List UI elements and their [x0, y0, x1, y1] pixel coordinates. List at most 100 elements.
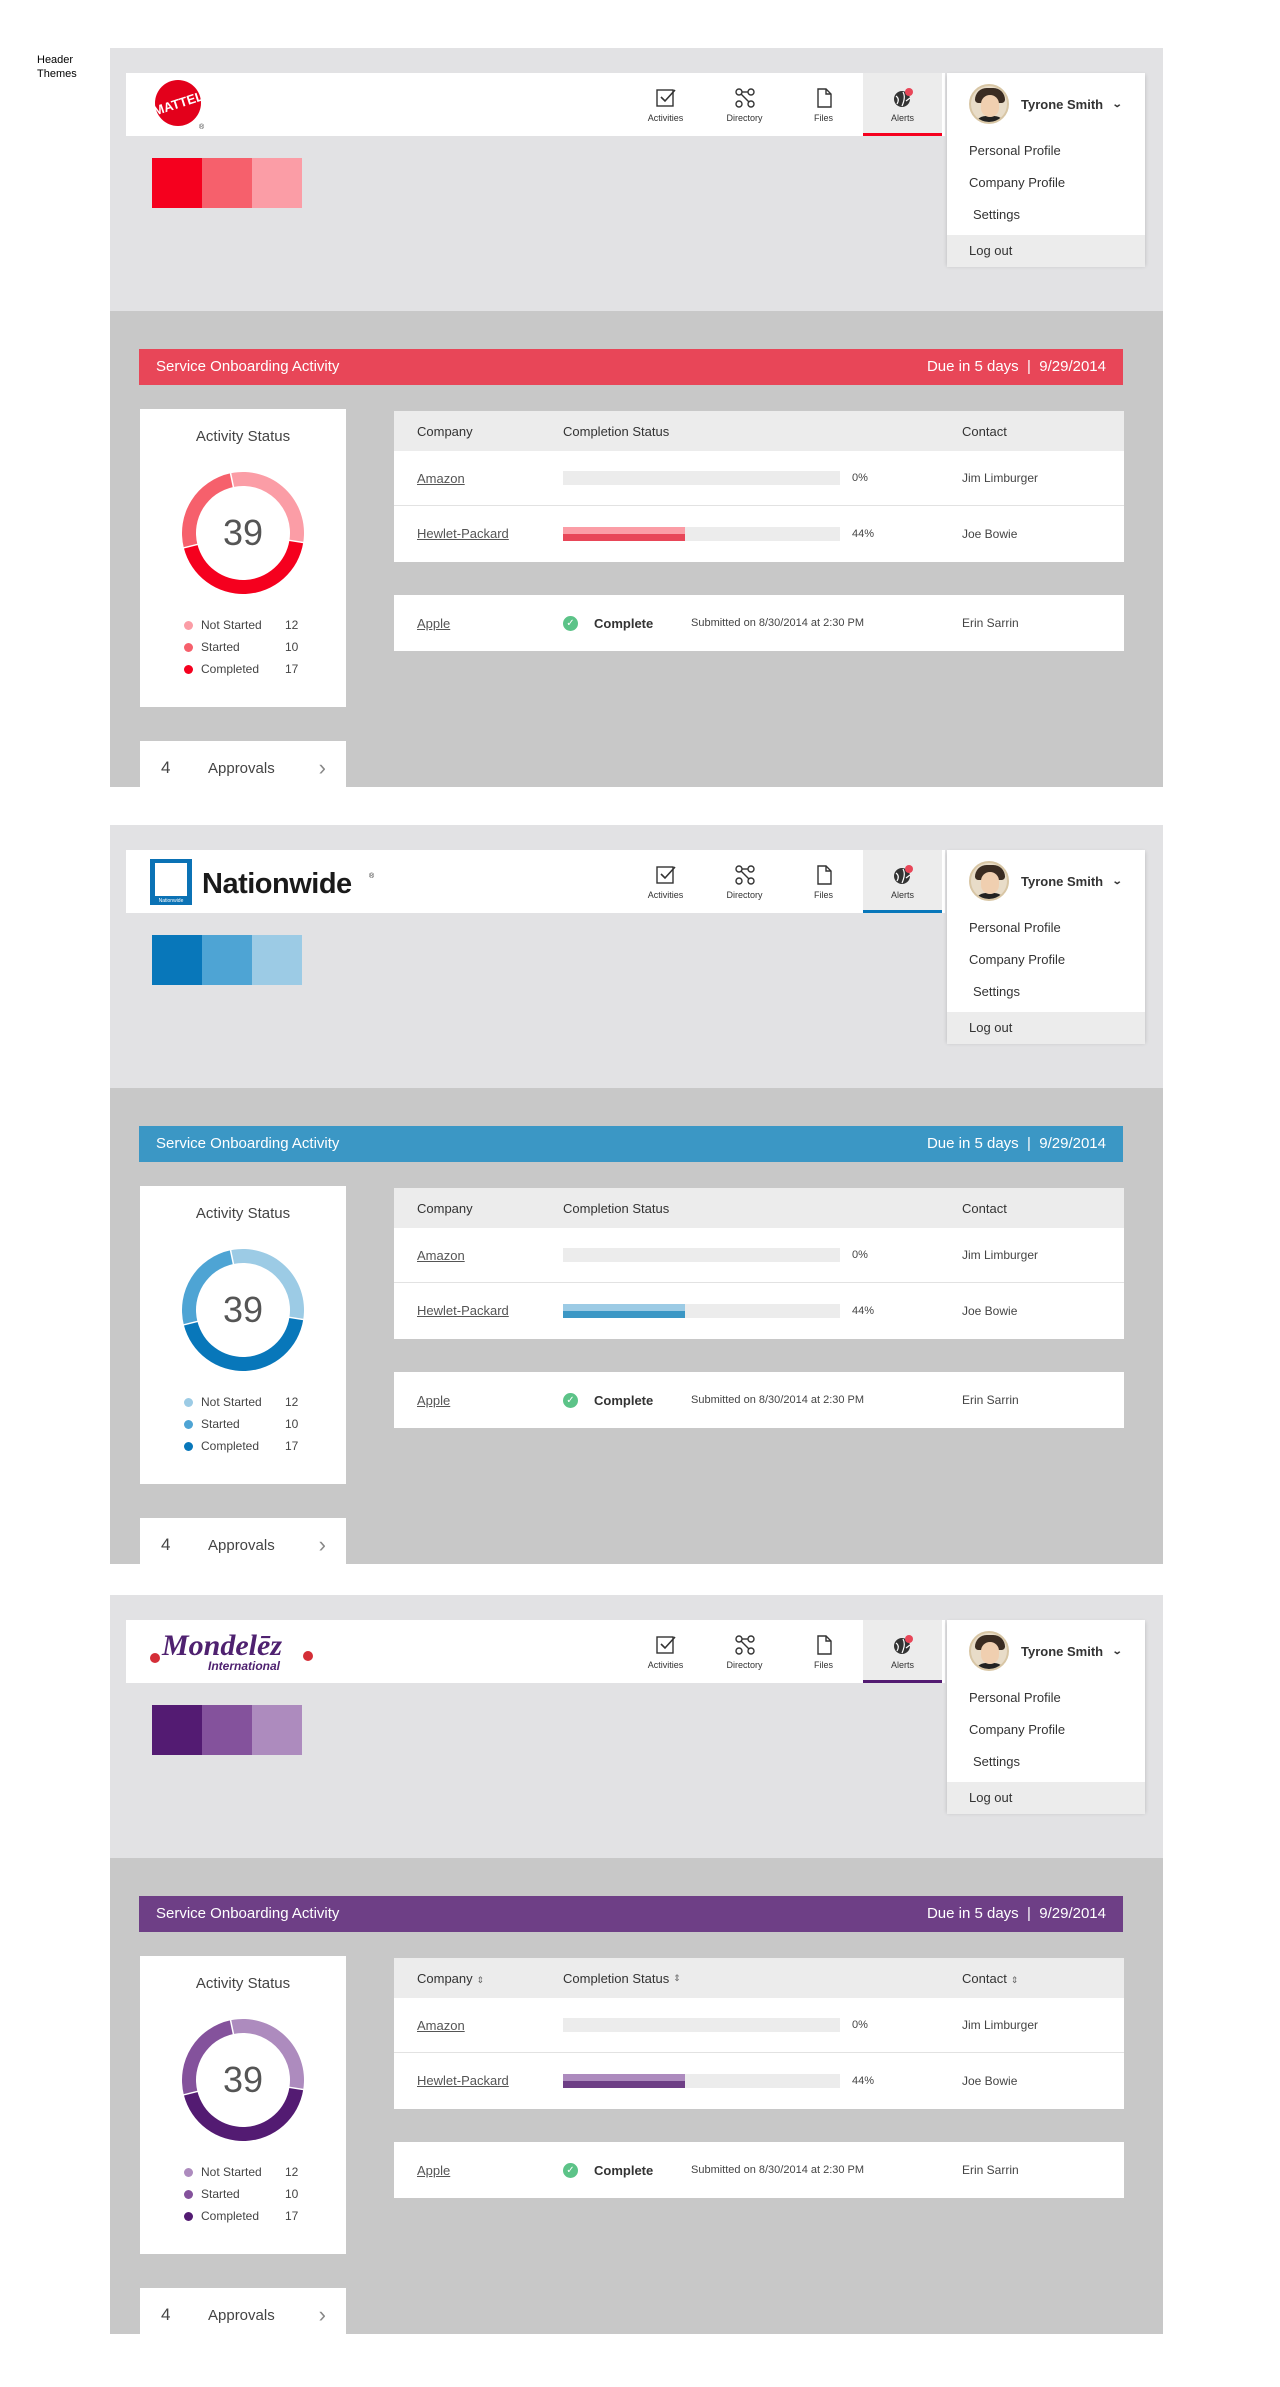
header-completion-status[interactable]: Completion Status	[563, 424, 962, 439]
legend-started: Started 10	[184, 1413, 298, 1435]
banner-due: Due in 5 days | 9/29/2014	[926, 1905, 1106, 1922]
menu-settings[interactable]: Settings	[947, 976, 1145, 1008]
header-contact[interactable]: Contact ⇕	[962, 1971, 1124, 1986]
nav-files[interactable]: Files	[784, 73, 863, 136]
submitted-date: Submitted on 8/30/2014 at 2:30 PM	[691, 617, 865, 629]
nav-directory[interactable]: Directory	[705, 73, 784, 136]
svg-text:International: International	[208, 1659, 281, 1673]
menu-company-profile[interactable]: Company Profile	[947, 167, 1145, 199]
company-link[interactable]: Amazon	[417, 471, 465, 486]
company-link[interactable]: Apple	[417, 1393, 450, 1408]
check-circle-icon: ✓	[563, 615, 578, 631]
nav-activities[interactable]: Activities	[626, 1620, 705, 1683]
legend-dot	[184, 2167, 193, 2177]
company-link[interactable]: Apple	[417, 2163, 450, 2178]
status-total: 39	[222, 2059, 264, 2100]
menu-personal-profile[interactable]: Personal Profile	[947, 1682, 1145, 1714]
progress-percent: 44%	[852, 1304, 875, 1317]
progress-bar	[563, 471, 840, 485]
header-completion-status[interactable]: Completion Status ⇕	[563, 1971, 962, 1986]
approvals-label: Approvals	[208, 1536, 275, 1554]
menu-logout[interactable]: Log out	[947, 1012, 1145, 1044]
swatch-primary	[152, 1705, 202, 1755]
company-link[interactable]: Hewlet-Packard	[417, 526, 509, 541]
alerts-globe-icon	[893, 864, 913, 884]
user-menu-toggle[interactable]: Tyrone Smith ⌄	[947, 1620, 1145, 1682]
brand-logo[interactable]: Nationwide Nationwide ®	[150, 856, 380, 907]
menu-personal-profile[interactable]: Personal Profile	[947, 912, 1145, 944]
legend-not-started: Not Started 12	[184, 2161, 298, 2183]
banner-due: Due in 5 days | 9/29/2014	[926, 1135, 1106, 1152]
approvals-button[interactable]: 4 Approvals ›	[140, 741, 346, 795]
table-row: Hewlet-Packard 44% Joe Bowie	[394, 1283, 1124, 1338]
nav-alerts[interactable]: Alerts	[863, 73, 942, 136]
legend-not-started: Not Started 12	[184, 1391, 298, 1413]
header-completion-status[interactable]: Completion Status	[563, 1201, 962, 1216]
nav-label: Files	[813, 1659, 833, 1670]
activity-status-card: Activity Status 39 Not Started 12 Started…	[140, 1186, 346, 1484]
submitted-date: Submitted on 8/30/2014 at 2:30 PM	[691, 2164, 865, 2176]
user-dropdown: Tyrone Smith ⌄ Personal Profile Company …	[947, 850, 1145, 1044]
company-link[interactable]: Amazon	[417, 1248, 465, 1263]
user-menu-toggle[interactable]: Tyrone Smith ⌄	[947, 850, 1145, 912]
progress-bar	[563, 2018, 840, 2032]
nav-files[interactable]: Files	[784, 850, 863, 913]
brand-logo[interactable]: MATTEL ®	[150, 79, 210, 130]
menu-settings[interactable]: Settings	[947, 199, 1145, 231]
brand-logo[interactable]: Mondelēz International	[150, 1626, 320, 1677]
header-company[interactable]: Company	[394, 1201, 563, 1216]
menu-settings[interactable]: Settings	[947, 1746, 1145, 1778]
header-contact[interactable]: Contact	[962, 424, 1124, 439]
menu-company-profile[interactable]: Company Profile	[947, 1714, 1145, 1746]
approvals-button[interactable]: 4 Approvals ›	[140, 1518, 346, 1572]
nationwide-logo: Nationwide Nationwide ®	[150, 859, 375, 905]
menu-personal-profile[interactable]: Personal Profile	[947, 135, 1145, 167]
nav-label: Alerts	[890, 112, 914, 123]
nav-alerts[interactable]: Alerts	[863, 1620, 942, 1683]
nav-activities[interactable]: Activities	[626, 850, 705, 913]
nav-label: Activities	[647, 1659, 684, 1670]
table-row: Hewlet-Packard 44% Joe Bowie	[394, 2053, 1124, 2108]
approvals-label: Approvals	[208, 2306, 275, 2324]
company-link[interactable]: Hewlet-Packard	[417, 2073, 509, 2088]
progress-percent: 0%	[852, 2019, 868, 2031]
nav-files[interactable]: Files	[784, 1620, 863, 1683]
company-link[interactable]: Amazon	[417, 2018, 465, 2033]
header-contact[interactable]: Contact	[962, 1201, 1124, 1216]
color-swatches	[152, 935, 302, 985]
header-area: Nationwide Nationwide ® Activities Directo…	[110, 825, 1163, 1088]
menu-company-profile[interactable]: Company Profile	[947, 944, 1145, 976]
chevron-right-icon: ›	[318, 755, 326, 780]
approvals-button[interactable]: 4 Approvals ›	[140, 2288, 346, 2342]
mondelez-logo: MondelēzInternational	[150, 1629, 313, 1673]
contact-name: Joe Bowie	[962, 1303, 1018, 1318]
completed-row: Apple ✓ Complete Submitted on 8/30/2014 at…	[394, 595, 1124, 651]
company-link[interactable]: Apple	[417, 616, 450, 631]
file-icon	[816, 1634, 832, 1655]
menu-logout[interactable]: Log out	[947, 1782, 1145, 1814]
contact-name: Joe Bowie	[962, 2073, 1018, 2088]
main-nav: Activities Directory Files Alerts	[626, 1620, 942, 1683]
status-total: 39	[222, 1289, 264, 1330]
user-menu-toggle[interactable]: Tyrone Smith ⌄	[947, 73, 1145, 135]
banner-due: Due in 5 days | 9/29/2014	[926, 358, 1106, 375]
approvals-count: 4	[161, 758, 171, 777]
legend-dot	[184, 642, 193, 652]
submitted-date: Submitted on 8/30/2014 at 2:30 PM	[691, 1394, 865, 1406]
chevron-right-icon: ›	[318, 1532, 326, 1557]
header-company[interactable]: Company ⇕	[394, 1971, 563, 1986]
menu-logout[interactable]: Log out	[947, 235, 1145, 267]
banner-title: Service Onboarding Activity	[156, 1135, 340, 1152]
header-company[interactable]: Company	[394, 424, 563, 439]
nav-directory[interactable]: Directory	[705, 850, 784, 913]
nav-directory[interactable]: Directory	[705, 1620, 784, 1683]
chevron-down-icon: ⌄	[1111, 98, 1123, 110]
nav-alerts[interactable]: Alerts	[863, 850, 942, 913]
nav-label: Files	[813, 889, 833, 900]
page-label: Header Themes	[37, 54, 77, 80]
banner-title: Service Onboarding Activity	[156, 358, 340, 375]
user-dropdown: Tyrone Smith ⌄ Personal Profile Company …	[947, 73, 1145, 267]
nav-activities[interactable]: Activities	[626, 73, 705, 136]
company-link[interactable]: Hewlet-Packard	[417, 1303, 509, 1318]
theme-section: MATTEL ® Activities Directory Files Alert…	[110, 48, 1163, 827]
